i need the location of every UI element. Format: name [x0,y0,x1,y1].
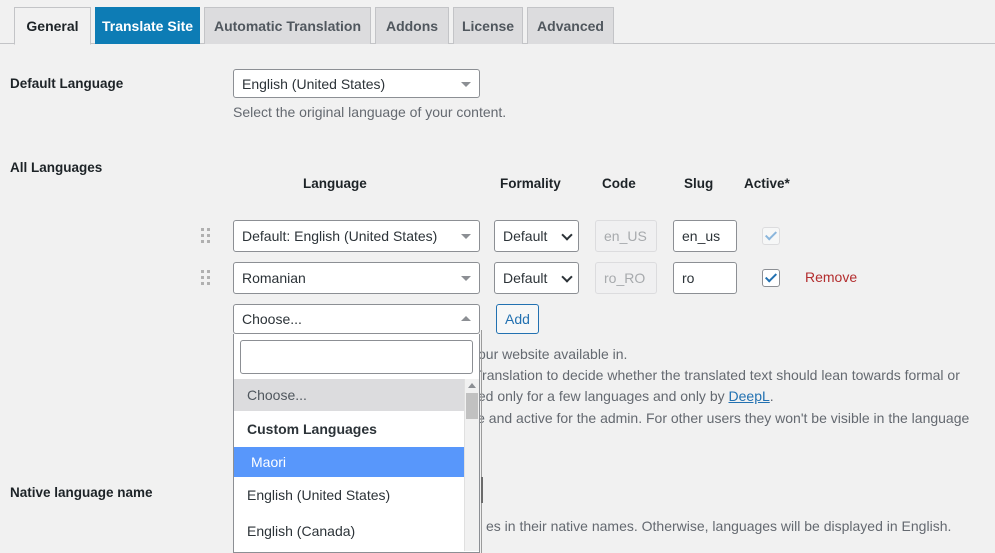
code-field-row-1: en_US [595,220,657,252]
dropdown-option-english-canada[interactable]: English (Canada) [234,513,479,549]
native-language-name-label: Native language name [10,485,153,500]
default-language-label: Default Language [10,76,124,91]
column-header-code: Code [602,176,636,191]
formality-select-row-2[interactable]: Default [494,262,579,294]
description-line-1: our website available in. [478,346,628,362]
text-cursor [481,477,483,503]
column-header-active: Active* [744,176,790,191]
dropdown-group-custom-languages: Custom Languages [247,421,377,437]
dropdown-search-input[interactable] [240,340,473,374]
language-dropdown-panel: Choose... Custom Languages Maori English… [233,334,480,553]
description-line-3-suffix: . [769,388,774,404]
default-language-select[interactable]: English (United States) [233,69,480,98]
column-header-slug: Slug [684,176,714,191]
remove-link-row-2[interactable]: Remove [805,269,857,285]
tab-automatic-translation[interactable]: Automatic Translation [204,7,371,44]
dropdown-option-maori[interactable]: Maori [234,447,479,477]
add-language-button[interactable]: Add [496,304,539,334]
tab-license[interactable]: License [453,7,523,44]
tab-advanced[interactable]: Advanced [527,7,614,44]
check-icon [764,228,778,241]
slug-value-row-1: en_us [682,228,721,244]
slug-value-row-2: ro [682,270,695,286]
slug-field-row-1[interactable]: en_us [673,220,737,252]
active-checkbox-row-2[interactable] [762,269,780,287]
active-checkbox-row-1 [762,227,780,245]
chevron-down-icon [461,81,471,87]
code-field-row-2: ro_RO [595,262,657,294]
chevron-down-icon [461,276,471,281]
default-language-helper: Select the original language of your con… [233,104,507,120]
tab-translate-site[interactable]: Translate Site [95,7,200,44]
chevron-down-icon [461,234,471,239]
scrollbar-thumb[interactable] [466,393,478,419]
tab-addons[interactable]: Addons [375,7,449,44]
column-header-formality: Formality [500,176,561,191]
add-language-placeholder: Choose... [242,311,302,327]
native-language-name-helper: es in their native names. Otherwise, lan… [486,518,952,534]
dropdown-option-list: Choose... Custom Languages Maori English… [234,379,479,551]
add-language-select[interactable]: Choose... [233,304,480,334]
language-value-row-2: Romanian [242,270,306,286]
drag-handle-icon[interactable] [199,227,212,245]
formality-value-row-2: Default [503,270,548,286]
all-languages-label: All Languages [10,160,103,175]
chevron-up-icon [461,316,471,321]
formality-select-row-1[interactable]: Default [494,220,579,252]
hidden-field-edge [481,330,482,553]
drag-handle-icon[interactable] [199,269,212,287]
dropdown-search-wrap [234,334,479,379]
settings-tab-bar: General Translate Site Automatic Transla… [0,0,995,45]
language-value-row-1: Default: English (United States) [242,228,438,244]
column-header-language: Language [303,176,367,191]
code-value-row-1: en_US [604,228,647,244]
default-language-value: English (United States) [242,75,386,92]
dropdown-option-choose[interactable]: Choose... [234,379,479,411]
slug-field-row-2[interactable]: ro [673,262,737,294]
check-icon [764,270,778,283]
language-select-row-2[interactable]: Romanian [233,262,480,294]
dropdown-option-english-united-states[interactable]: English (United States) [234,477,479,513]
chevron-down-icon [561,271,573,283]
chevron-down-icon [561,229,573,241]
code-value-row-2: ro_RO [604,270,646,286]
description-line-3-text: ted only for a few languages and only by [474,388,729,404]
description-line-4: le and active for the admin. For other u… [474,410,970,426]
description-line-2: Translation to decide whether the transl… [474,367,960,383]
settings-page: General Translate Site Automatic Transla… [0,0,995,553]
formality-value-row-1: Default [503,228,548,244]
language-select-row-1[interactable]: Default: English (United States) [233,220,480,252]
deepl-link[interactable]: DeepL [729,388,770,404]
tab-general[interactable]: General [14,7,91,45]
scroll-up-arrow-icon[interactable] [468,383,476,388]
dropdown-scrollbar[interactable] [464,379,479,551]
description-line-3: ted only for a few languages and only by… [474,388,774,404]
